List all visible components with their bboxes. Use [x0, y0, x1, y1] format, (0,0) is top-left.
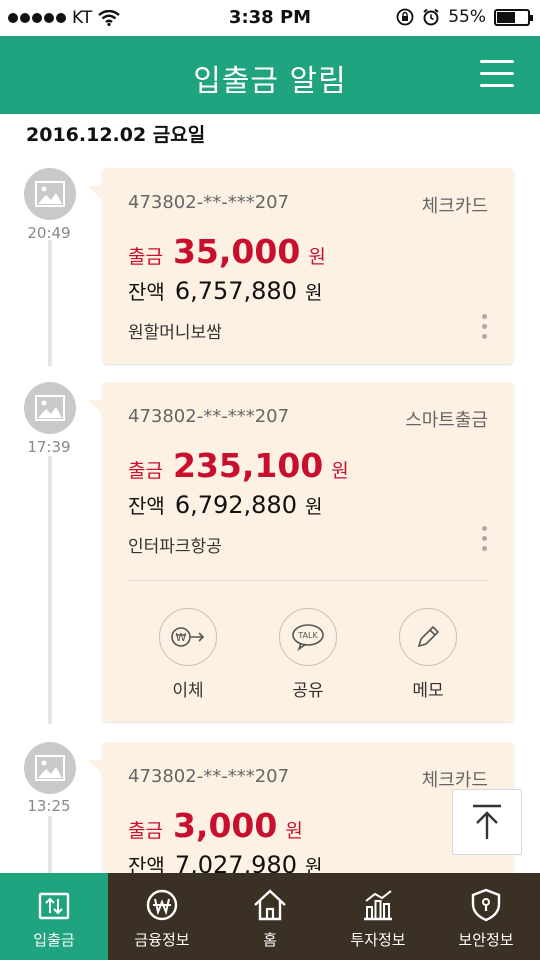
balance-value: 6,757,880 [174, 277, 297, 305]
balance-row: 잔액 6,792,880 원 [128, 490, 322, 519]
nav-label: 입출금 [33, 931, 75, 949]
card-divider [128, 580, 488, 581]
chart-icon [364, 890, 392, 921]
balance-label: 잔액 [128, 280, 165, 304]
photo-placeholder-icon[interactable] [24, 742, 76, 794]
arrow-up-to-top-icon [473, 804, 501, 839]
merchant-name: 인터파크항공 [128, 537, 222, 557]
bottom-nav: 입출금 금융정보 홈 투자정보 보안정보 [0, 873, 540, 960]
amount-value: 3,000 [172, 806, 278, 845]
photo-placeholder-icon[interactable] [24, 168, 76, 220]
balance-unit: 원 [304, 496, 323, 518]
account-number: 473802-**-***207 [128, 766, 290, 787]
transfer-button[interactable]: ₩ 이체 [148, 608, 228, 701]
nav-label: 금융정보 [134, 931, 190, 949]
card-tail [88, 400, 102, 414]
account-number: 473802-**-***207 [128, 406, 290, 427]
card-tail [88, 186, 102, 200]
merchant-name: 원할머니보쌈 [128, 323, 222, 343]
alarm-icon [423, 8, 439, 26]
pencil-icon [399, 608, 457, 666]
talk-bubble-icon: TALK [279, 608, 337, 666]
hamburger-menu-icon[interactable] [480, 60, 514, 88]
card-tail [88, 760, 102, 774]
timeline-line [48, 240, 52, 366]
home-icon [254, 889, 286, 921]
transaction-type: 체크카드 [421, 196, 488, 217]
amount-row: 출금 3,000 원 [128, 806, 303, 845]
balance-unit: 원 [304, 282, 323, 304]
rotation-lock-icon [396, 8, 414, 26]
won-circle-icon [146, 889, 178, 921]
timeline-line [48, 456, 52, 724]
amount-value: 35,000 [172, 232, 301, 271]
transfer-label: 이체 [172, 681, 204, 701]
balance-label: 잔액 [128, 494, 165, 518]
nav-item-finance[interactable]: 금융정보 [108, 873, 216, 960]
nav-item-security[interactable]: 보안정보 [432, 873, 540, 960]
app-screen: KT 3:38 PM 55% 입출금 알림 2016.12.02 금요일 20:… [0, 0, 540, 960]
nav-label: 홈 [263, 931, 277, 949]
amount-label: 출금 [128, 246, 163, 268]
shield-icon [471, 888, 501, 922]
amount-row: 출금 35,000 원 [128, 232, 326, 271]
amount-row: 출금 235,100 원 [128, 446, 349, 485]
amount-label: 출금 [128, 820, 163, 842]
transaction-time: 20:49 [27, 224, 71, 242]
transaction-type: 스마트출금 [405, 410, 488, 431]
amount-unit: 원 [331, 460, 349, 482]
transaction-card-expanded[interactable]: 473802-**-***207 스마트출금 출금 235,100 원 잔액 6… [88, 382, 514, 722]
more-options-icon[interactable] [482, 526, 488, 556]
svg-text:TALK: TALK [297, 631, 318, 640]
nav-label: 투자정보 [350, 931, 406, 949]
battery-percent: 55% [448, 7, 486, 27]
memo-button[interactable]: 메모 [388, 608, 468, 701]
date-label: 2016.12.02 금요일 [26, 124, 206, 146]
amount-unit: 원 [285, 820, 303, 842]
account-number: 473802-**-***207 [128, 192, 290, 213]
battery-icon [494, 8, 533, 26]
amount-unit: 원 [308, 246, 326, 268]
transaction-card[interactable]: 473802-**-***207 체크카드 출금 35,000 원 잔액 6,7… [88, 168, 514, 364]
balance-row: 잔액 6,757,880 원 [128, 276, 322, 305]
transaction-time: 13:25 [27, 797, 71, 815]
balance-value: 6,792,880 [174, 491, 297, 519]
page-title: 입출금 알림 [193, 64, 347, 99]
nav-item-invest[interactable]: 투자정보 [324, 873, 432, 960]
transaction-time: 17:39 [27, 438, 71, 456]
amount-value: 235,100 [172, 446, 324, 485]
status-right: 55% [396, 7, 533, 27]
more-options-icon[interactable] [482, 314, 488, 344]
photo-placeholder-icon[interactable] [24, 382, 76, 434]
timeline-line [48, 816, 52, 876]
scroll-to-top-button[interactable] [452, 789, 522, 855]
inout-icon [38, 892, 70, 920]
amount-label: 출금 [128, 460, 163, 482]
app-header: 입출금 알림 [0, 36, 540, 114]
status-bar: KT 3:38 PM 55% [0, 0, 540, 36]
share-button[interactable]: TALK 공유 [268, 608, 348, 701]
won-transfer-icon: ₩ [159, 608, 217, 666]
memo-label: 메모 [412, 681, 444, 701]
share-label: 공유 [292, 681, 324, 701]
nav-item-inout[interactable]: 입출금 [0, 873, 108, 960]
svg-text:₩: ₩ [176, 631, 187, 644]
nav-label: 보안정보 [458, 931, 514, 949]
nav-item-home[interactable]: 홈 [216, 873, 324, 960]
